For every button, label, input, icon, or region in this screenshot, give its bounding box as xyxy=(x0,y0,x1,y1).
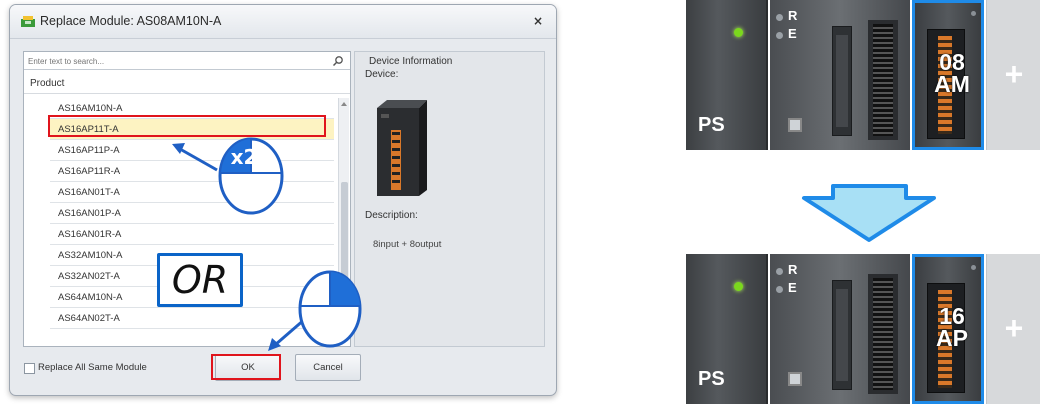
cpu-connector xyxy=(868,20,898,140)
description-value: 8input + 8output xyxy=(373,239,442,250)
description-label: Description: xyxy=(365,210,418,221)
usb-port-icon xyxy=(788,372,802,386)
search-input[interactable] xyxy=(28,54,318,68)
search-icon[interactable] xyxy=(332,55,344,67)
plc-rail-before: PS R E 08 AM + xyxy=(686,0,1040,150)
replace-all-label: Replace All Same Module xyxy=(38,362,147,373)
run-led-icon xyxy=(776,14,783,21)
cpu-module: R E xyxy=(770,254,910,404)
io-label-line2: AM xyxy=(934,71,970,97)
plus-icon: + xyxy=(1004,56,1024,92)
io-label-line2: AP xyxy=(936,325,968,351)
module-image xyxy=(377,100,427,196)
cpu-error-label: E xyxy=(788,280,797,295)
list-item[interactable]: AS64AN02T-A xyxy=(50,308,334,329)
list-item[interactable]: AS16AN01P-A xyxy=(50,203,334,224)
scroll-thumb[interactable] xyxy=(341,182,348,332)
selected-item-highlight xyxy=(48,115,326,137)
module-app-icon xyxy=(21,16,35,27)
io-led-icon xyxy=(971,265,976,270)
product-column-header: Product xyxy=(24,78,350,94)
power-supply-module: PS xyxy=(686,0,768,150)
list-item[interactable]: AS16AP11R-A xyxy=(50,161,334,182)
io-led-icon xyxy=(971,11,976,16)
device-info-panel: Device Information Device: Description: … xyxy=(354,51,545,347)
dialog-titlebar: Replace Module: AS08AM10N-A × xyxy=(10,5,556,39)
scroll-up-arrow-icon[interactable] xyxy=(341,102,347,106)
add-module-slot: + xyxy=(986,0,1040,150)
device-info-title: Device Information xyxy=(369,56,453,67)
product-list-scrollbar[interactable] xyxy=(338,98,349,340)
replace-module-dialog: Replace Module: AS08AM10N-A × Product AS… xyxy=(9,4,557,396)
list-item[interactable]: AS16AN01R-A xyxy=(50,224,334,245)
dialog-title: Replace Module: AS08AM10N-A xyxy=(40,14,222,28)
cpu-module: R E xyxy=(770,0,910,150)
cpu-error-label: E xyxy=(788,26,797,41)
power-led-icon xyxy=(734,282,743,291)
error-led-icon xyxy=(776,286,783,293)
search-box xyxy=(24,52,350,70)
plc-rail-after: PS R E 16 AP + xyxy=(686,254,1040,404)
close-icon[interactable]: × xyxy=(530,13,546,29)
ok-button-highlight xyxy=(211,354,281,380)
usb-port-icon xyxy=(788,118,802,132)
list-item[interactable]: AS16AN01T-A xyxy=(50,182,334,203)
ps-label: PS xyxy=(698,114,725,136)
cpu-run-label: R xyxy=(788,262,798,277)
cancel-button[interactable]: Cancel xyxy=(295,354,361,381)
cpu-connector xyxy=(868,274,898,394)
cpu-card-slot xyxy=(832,26,852,136)
error-led-icon xyxy=(776,32,783,39)
ps-label: PS xyxy=(698,368,725,390)
add-module-slot: + xyxy=(986,254,1040,404)
run-led-icon xyxy=(776,268,783,275)
io-module-16ap: 16 AP xyxy=(912,254,984,404)
power-led-icon xyxy=(734,28,743,37)
io-label-line1: 08 xyxy=(939,49,965,75)
power-supply-module: PS xyxy=(686,254,768,404)
cpu-run-label: R xyxy=(788,8,798,23)
replace-all-checkbox[interactable] xyxy=(24,363,35,374)
list-item[interactable]: AS16AP11P-A xyxy=(50,140,334,161)
io-module-08am: 08 AM xyxy=(912,0,984,150)
device-label: Device: xyxy=(365,69,399,80)
or-label: OR xyxy=(157,253,243,307)
plus-icon: + xyxy=(1004,310,1024,346)
down-arrow-icon xyxy=(802,184,936,242)
io-label-line1: 16 xyxy=(939,303,965,329)
cpu-card-slot xyxy=(832,280,852,390)
